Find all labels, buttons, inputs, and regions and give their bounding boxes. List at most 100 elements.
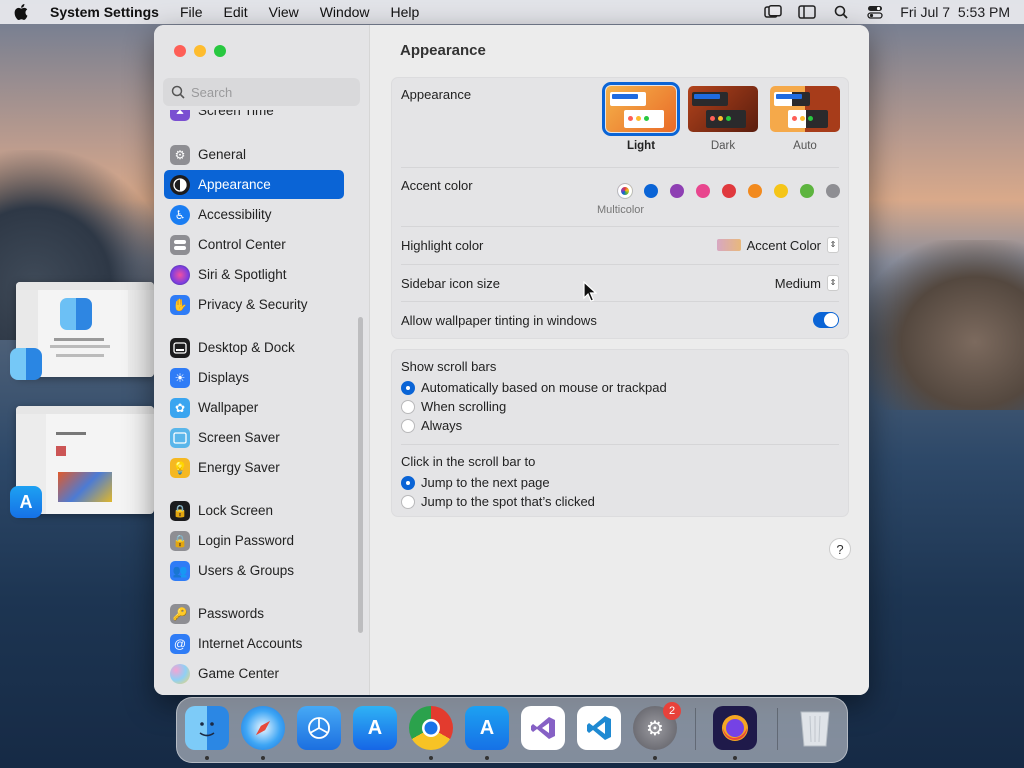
radio-unselected[interactable] (401, 399, 415, 414)
sidebar-item-desktop-dock[interactable]: Desktop & Dock (164, 333, 344, 362)
sidebar-item-accessibility[interactable]: ♿ Accessibility (164, 200, 344, 229)
app-store-app-icon[interactable]: A (10, 486, 42, 518)
dock-vscode[interactable] (577, 706, 621, 750)
radio-label: Jump to the spot that’s clicked (421, 494, 595, 509)
accent-purple[interactable] (670, 184, 684, 198)
radio-label: Automatically based on mouse or trackpad (421, 380, 667, 395)
menu-app-name[interactable]: System Settings (50, 4, 159, 20)
sidebar-item-screen-saver[interactable]: Screen Saver (164, 423, 344, 452)
menu-clock[interactable]: Fri Jul 7 5:53 PM (900, 4, 1010, 20)
light-preview[interactable] (602, 82, 680, 136)
control-center-icon[interactable] (866, 4, 884, 20)
accent-yellow[interactable] (774, 184, 788, 198)
dock: A A ⚙ 2 (176, 697, 848, 763)
accent-blue[interactable] (644, 184, 658, 198)
sidebar-item-energy-saver[interactable]: 💡 Energy Saver (164, 453, 344, 482)
dock-running-indicator (429, 756, 433, 760)
sidebar: Search ⧗ Screen Time ⚙ General Appearanc… (154, 25, 370, 695)
dock-trash[interactable] (793, 706, 837, 750)
help-button[interactable]: ? (829, 538, 851, 560)
accent-color-swatches (618, 184, 840, 198)
sidebar-item-label: Screen Saver (198, 430, 280, 445)
users-icon: 👥 (170, 560, 190, 581)
radio-unselected[interactable] (401, 418, 415, 433)
sidebar-icon-size-popup[interactable]: Medium ⇕ (775, 275, 839, 291)
sidebar-item-privacy-security[interactable]: ✋ Privacy & Security (164, 290, 344, 319)
dock-chrome[interactable] (409, 706, 453, 750)
accent-red[interactable] (722, 184, 736, 198)
zoom-button[interactable] (214, 45, 226, 57)
dock-testflight[interactable] (297, 706, 341, 750)
accent-multicolor[interactable] (618, 184, 632, 198)
close-button[interactable] (174, 45, 186, 57)
appearance-option-dark[interactable]: Dark (688, 86, 758, 152)
sidebar-item-label: Passwords (198, 606, 265, 621)
click-option-spot-clicked[interactable]: Jump to the spot that’s clicked (401, 494, 595, 509)
sidebar-item-label: Desktop & Dock (198, 340, 295, 355)
sidebar-item-internet-accounts[interactable]: @ Internet Accounts (164, 629, 344, 658)
spotlight-search-icon[interactable] (832, 4, 850, 20)
accent-pink[interactable] (696, 184, 710, 198)
menu-edit[interactable]: Edit (224, 4, 248, 20)
sidebar-item-passwords[interactable]: 🔑 Passwords (164, 599, 344, 628)
dock-running-indicator (733, 756, 737, 760)
at-icon: @ (170, 633, 190, 654)
menu-window[interactable]: Window (320, 4, 370, 20)
sidebar-item-siri-spotlight[interactable]: Siri & Spotlight (164, 260, 344, 289)
highlight-color-label: Highlight color (401, 237, 484, 253)
scroll-option-always[interactable]: Always (401, 418, 462, 433)
radio-label: When scrolling (421, 399, 507, 414)
dock-visual-studio[interactable] (521, 706, 565, 750)
dock-firefox[interactable] (713, 706, 757, 750)
minimize-button[interactable] (194, 45, 206, 57)
auto-preview[interactable] (770, 86, 840, 132)
wallpaper-tinting-label: Allow wallpaper tinting in windows (401, 312, 597, 328)
sidebar-item-label: Login Password (198, 533, 295, 548)
menu-help[interactable]: Help (391, 4, 420, 20)
sidebar-item-label: Siri & Spotlight (198, 267, 287, 282)
dock-safari[interactable] (241, 706, 285, 750)
menu-view[interactable]: View (269, 4, 299, 20)
sidebar-item-lock-screen[interactable]: 🔒 Lock Screen (164, 496, 344, 525)
menu-file[interactable]: File (180, 4, 203, 20)
accent-graphite[interactable] (826, 184, 840, 198)
apple-menu-icon[interactable] (14, 4, 30, 20)
wallpaper-tinting-toggle[interactable] (813, 312, 839, 328)
radio-unselected[interactable] (401, 494, 415, 509)
radio-selected[interactable] (401, 380, 415, 395)
appearance-option-label: Dark (710, 140, 736, 152)
sidebar-item-appearance[interactable]: Appearance (164, 170, 344, 199)
dock-finder[interactable] (185, 706, 229, 750)
finder-app-icon[interactable] (10, 348, 42, 380)
search-field[interactable]: Search (163, 78, 360, 106)
sidebar-scrollbar[interactable] (358, 317, 363, 633)
dock-running-indicator (485, 756, 489, 760)
radio-selected[interactable] (401, 475, 415, 490)
sidebar-item-users-groups[interactable]: 👥 Users & Groups (164, 556, 344, 585)
dock-system-settings[interactable]: ⚙ 2 (633, 702, 681, 750)
sidebar-toggle-icon[interactable] (798, 4, 817, 20)
scroll-option-automatic[interactable]: Automatically based on mouse or trackpad (401, 380, 667, 395)
sidebar-item-wallpaper[interactable]: ✿ Wallpaper (164, 393, 344, 422)
stage-manager-icon[interactable] (764, 4, 783, 20)
sidebar-item-label: Users & Groups (198, 563, 295, 578)
appearance-option-light[interactable]: Light (602, 82, 680, 152)
sidebar-item-general[interactable]: ⚙ General (164, 140, 344, 169)
appearance-option-auto[interactable]: Auto (770, 86, 840, 152)
sidebar-item-control-center[interactable]: Control Center (164, 230, 344, 259)
dark-preview[interactable] (688, 86, 758, 132)
sidebar-item-game-center[interactable]: Game Center (164, 659, 344, 688)
sidebar-item-label: Energy Saver (198, 460, 280, 475)
accent-orange[interactable] (748, 184, 762, 198)
sidebar-item-screen-time[interactable]: ⧗ Screen Time (164, 110, 344, 125)
appearance-icon (170, 174, 190, 195)
sidebar-icon-size-value: Medium (774, 275, 821, 291)
dock-app-store[interactable]: A (465, 706, 509, 750)
click-option-next-page[interactable]: Jump to the next page (401, 475, 550, 490)
sidebar-item-displays[interactable]: ☀ Displays (164, 363, 344, 392)
scroll-option-when-scrolling[interactable]: When scrolling (401, 399, 506, 414)
highlight-color-popup[interactable]: Accent Color ⇕ (716, 237, 839, 253)
sidebar-item-login-password[interactable]: 🔒 Login Password (164, 526, 344, 555)
accent-green[interactable] (800, 184, 814, 198)
dock-app-store-preview[interactable]: A (353, 706, 397, 750)
